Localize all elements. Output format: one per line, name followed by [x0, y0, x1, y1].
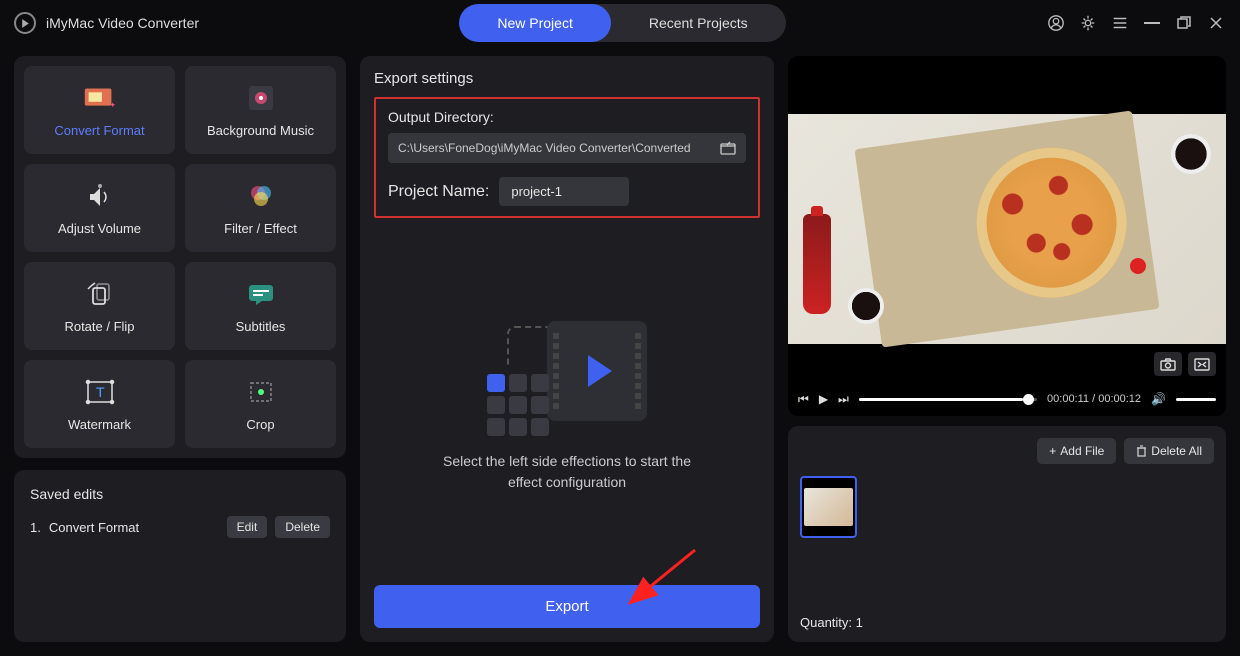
effect-label: Rotate / Flip — [64, 319, 134, 334]
effect-convert-format[interactable]: ✦ Convert Format — [24, 66, 175, 154]
volume-icon[interactable]: 🔊 — [1151, 392, 1166, 406]
quantity-display: Quantity: 1 — [800, 615, 1214, 630]
effect-label: Subtitles — [236, 319, 286, 334]
effect-label: Crop — [246, 417, 274, 432]
saved-edit-row: 1. Convert Format Edit Delete — [30, 516, 330, 538]
add-file-button[interactable]: +Add File — [1037, 438, 1116, 464]
video-preview: ⏮ ▶ ⏭ 00:00:11 / 00:00:12 🔊 — [788, 56, 1226, 416]
effect-label: Adjust Volume — [58, 221, 141, 236]
effect-background-music[interactable]: Background Music — [185, 66, 336, 154]
tab-recent-projects[interactable]: Recent Projects — [611, 4, 786, 42]
subtitles-icon — [242, 279, 280, 309]
svg-text:T: T — [96, 384, 105, 400]
effect-subtitles[interactable]: Subtitles — [185, 262, 336, 350]
export-title: Export settings — [374, 70, 760, 87]
time-display: 00:00:11 / 00:00:12 — [1047, 393, 1141, 405]
prev-button[interactable]: ⏮ — [798, 392, 809, 407]
play-button[interactable]: ▶ — [819, 392, 828, 406]
placeholder-graphic — [487, 311, 647, 431]
project-name-label: Project Name: — [388, 183, 489, 201]
output-directory-input[interactable]: C:\Users\FoneDog\iMyMac Video Converter\… — [388, 133, 746, 163]
saved-edit-number: 1. — [30, 520, 41, 535]
effect-label: Filter / Effect — [224, 221, 297, 236]
files-panel: +Add File Delete All Quantity: 1 — [788, 426, 1226, 642]
effect-label: Convert Format — [54, 123, 144, 138]
delete-button[interactable]: Delete — [275, 516, 330, 538]
next-button[interactable]: ⏭ — [838, 392, 849, 407]
saved-edits-panel: Saved edits 1. Convert Format Edit Delet… — [14, 470, 346, 642]
effect-label: Watermark — [68, 417, 131, 432]
snapshot-icon[interactable] — [1154, 352, 1182, 376]
app-title: iMyMac Video Converter — [46, 15, 199, 31]
annotation-arrow-icon — [615, 545, 705, 615]
menu-icon[interactable] — [1110, 13, 1130, 33]
effect-watermark[interactable]: T Watermark — [24, 360, 175, 448]
edit-button[interactable]: Edit — [227, 516, 268, 538]
playback-controls: ⏮ ▶ ⏭ 00:00:11 / 00:00:12 🔊 — [788, 382, 1226, 416]
titlebar: iMyMac Video Converter New Project Recen… — [0, 0, 1240, 46]
minimize-icon[interactable] — [1142, 13, 1162, 33]
preview-frame — [788, 114, 1226, 344]
output-directory-path: C:\Users\FoneDog\iMyMac Video Converter\… — [398, 141, 691, 155]
export-settings-highlight: Output Directory: C:\Users\FoneDog\iMyMa… — [374, 97, 760, 218]
helper-text: Select the left side effections to start… — [443, 451, 691, 493]
browse-folder-icon[interactable] — [720, 141, 736, 155]
file-thumbnail[interactable] — [800, 476, 857, 538]
tab-new-project[interactable]: New Project — [459, 4, 610, 42]
saved-edit-name: Convert Format — [49, 520, 219, 535]
svg-text:✦: ✦ — [109, 100, 116, 109]
effect-adjust-volume[interactable]: Adjust Volume — [24, 164, 175, 252]
effects-panel: ✦ Convert Format Background Music Adjust… — [14, 56, 346, 458]
rotate-flip-icon — [81, 279, 119, 309]
delete-all-button[interactable]: Delete All — [1124, 438, 1214, 464]
output-directory-label: Output Directory: — [388, 109, 746, 125]
timeline-slider[interactable] — [859, 398, 1037, 401]
effect-filter-effect[interactable]: Filter / Effect — [185, 164, 336, 252]
background-music-icon — [242, 83, 280, 113]
effect-rotate-flip[interactable]: Rotate / Flip — [24, 262, 175, 350]
crop-icon — [242, 377, 280, 407]
project-name-input[interactable]: project-1 — [499, 177, 629, 206]
convert-format-icon: ✦ — [81, 83, 119, 113]
settings-icon[interactable] — [1078, 13, 1098, 33]
app-logo-icon — [14, 12, 36, 34]
watermark-icon: T — [81, 377, 119, 407]
volume-slider[interactable] — [1176, 398, 1216, 401]
account-icon[interactable] — [1046, 13, 1066, 33]
effect-crop[interactable]: Crop — [185, 360, 336, 448]
maximize-icon[interactable] — [1174, 13, 1194, 33]
close-icon[interactable] — [1206, 13, 1226, 33]
adjust-volume-icon — [81, 181, 119, 211]
filter-effect-icon — [242, 181, 280, 211]
export-panel: Export settings Output Directory: C:\Use… — [360, 56, 774, 642]
window-controls — [1046, 13, 1226, 33]
fullscreen-icon[interactable] — [1188, 352, 1216, 376]
main-tabs: New Project Recent Projects — [459, 4, 785, 42]
saved-edits-title: Saved edits — [30, 486, 330, 502]
effect-label: Background Music — [207, 123, 314, 138]
